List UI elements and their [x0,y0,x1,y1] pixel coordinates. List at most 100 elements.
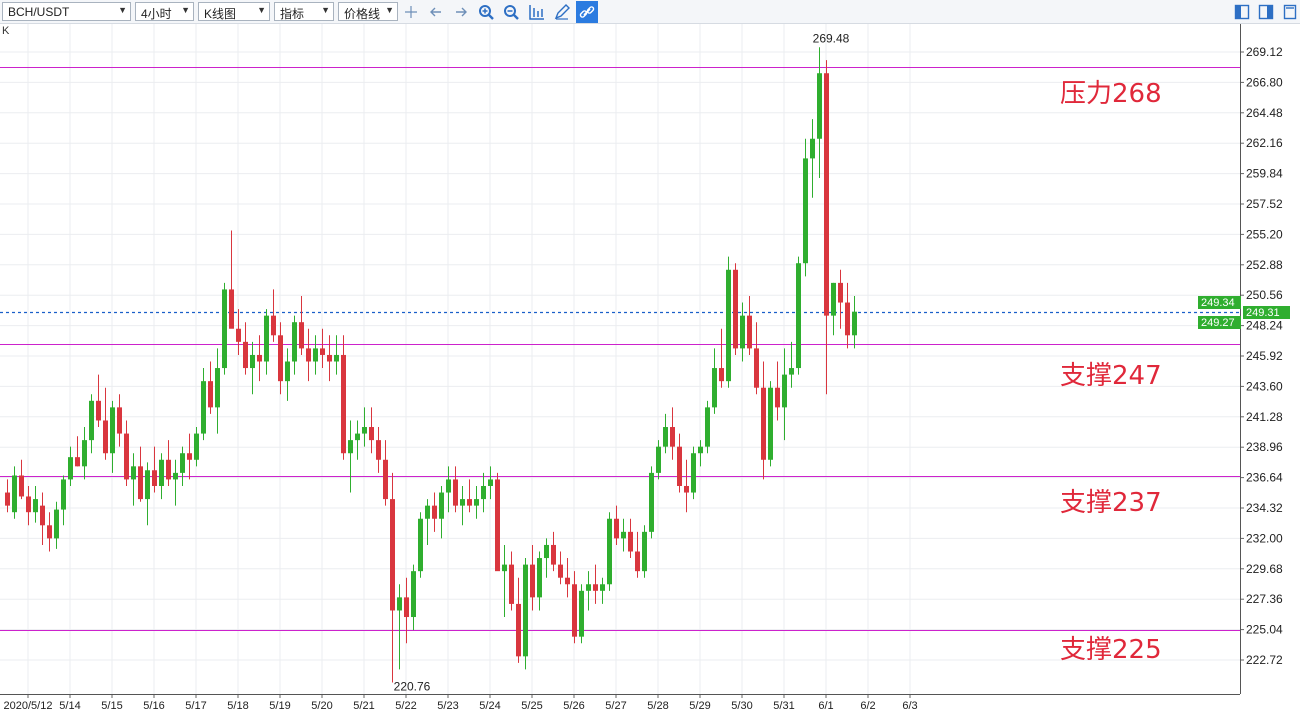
candle [117,394,122,447]
candle [187,433,192,480]
price-tag: 249.31 [1243,306,1290,319]
candle [761,361,766,480]
candle [740,302,745,362]
candle [537,551,542,611]
candle [313,335,318,375]
candle-body [649,472,654,532]
candle-body [789,368,794,375]
link-icon[interactable] [576,1,598,23]
candle-body [474,499,479,506]
arrow-left-icon[interactable] [427,3,445,21]
candle-body [488,479,493,486]
x-tick-label: 6/3 [902,700,917,712]
candle [530,544,535,611]
candle-body [215,368,220,408]
y-tick-label: 234.32 [1246,501,1283,515]
candle-body [110,407,115,454]
candle-body [572,584,577,637]
candle-body [502,564,507,572]
x-tick-label: 5/15 [101,700,122,712]
candlestick-chart[interactable]: 269.48 220.76 压力268 支撑247 支撑237 支撑225 269.12 2… [0,24,1300,726]
candle [61,475,66,526]
candle-body [138,466,143,500]
pencil-icon[interactable] [553,3,571,21]
candle-body [425,505,430,519]
zoom-out-icon[interactable] [502,3,520,21]
candle-body [537,558,542,598]
support-resistance-lines [0,67,1240,631]
symbol-select[interactable]: BCH/USDT ▼ [2,2,131,21]
candle-body [845,302,850,336]
candle-body [796,263,801,369]
y-tick-label: 248.24 [1246,319,1283,333]
candle-body [614,518,619,539]
candle [677,433,682,493]
candle [488,466,493,500]
candle [138,446,143,502]
x-tick-label: 5/27 [605,700,626,712]
arrow-right-icon[interactable] [452,3,470,21]
indicator-select-label: 指标 [280,7,305,21]
candle [656,440,661,480]
candle-body [26,496,31,513]
candle-body [180,453,185,473]
candle-body [383,459,388,500]
chevron-down-icon: ▼ [118,5,127,15]
y-tick-label: 245.92 [1246,349,1283,363]
candle [502,544,507,618]
candle [649,466,654,539]
candle [845,282,850,349]
chart-toolbar: BCH/USDT ▼ 4小时 ▼ K线图 ▼ 指标 ▼ 价格线 ▼ [0,0,1300,24]
candle-body [222,289,227,369]
panel-right-icon[interactable] [1257,3,1275,21]
candle [383,440,388,506]
candle-body [47,525,52,539]
chart-scale-icon[interactable] [527,3,545,21]
price-tag-label: 249.27 [1201,317,1235,329]
indicator-select[interactable]: 指标 ▼ [274,2,334,21]
candle [439,485,444,539]
interval-select[interactable]: 4小时 ▼ [135,2,194,21]
candle [404,577,409,644]
zoom-in-icon[interactable] [477,3,495,21]
candle-body [173,472,178,480]
price-tag-label: 249.31 [1246,307,1280,319]
min-price-label: 220.76 [394,680,431,694]
chevron-down-icon: ▼ [321,5,330,15]
candle-body [516,603,521,657]
x-tick-label: 5/25 [521,700,542,712]
candle-body [285,361,290,382]
candle-body [194,433,199,460]
candle [684,459,689,513]
crosshair-icon[interactable] [402,3,420,21]
candle [341,335,346,460]
candle [782,348,787,441]
candle [810,119,815,198]
candle-body [12,475,17,513]
candle [54,501,59,549]
candle-body [726,269,731,382]
x-tick-label: 5/24 [479,700,500,712]
fullscreen-icon[interactable] [1281,3,1299,21]
price-line-select[interactable]: 价格线 ▼ [338,2,398,21]
candle-body [124,433,129,480]
panel-left-icon[interactable] [1233,3,1251,21]
candle [642,525,647,578]
candle [257,335,262,382]
candle-body [152,470,157,486]
candle [670,407,675,460]
candle-body [40,505,45,526]
candle-body [705,407,710,447]
x-tick-label: 5/28 [647,700,668,712]
candle [775,361,780,421]
candle [838,269,843,329]
candle-body [271,315,276,336]
candle [362,407,367,447]
candle [712,348,717,414]
chart-style-select[interactable]: K线图 ▼ [198,2,270,21]
x-tick-label: 5/30 [731,700,752,712]
y-tick-label: 262.16 [1246,136,1283,150]
x-tick-label: 6/1 [818,700,833,712]
candle [292,315,297,375]
x-tick-label: 5/23 [437,700,458,712]
